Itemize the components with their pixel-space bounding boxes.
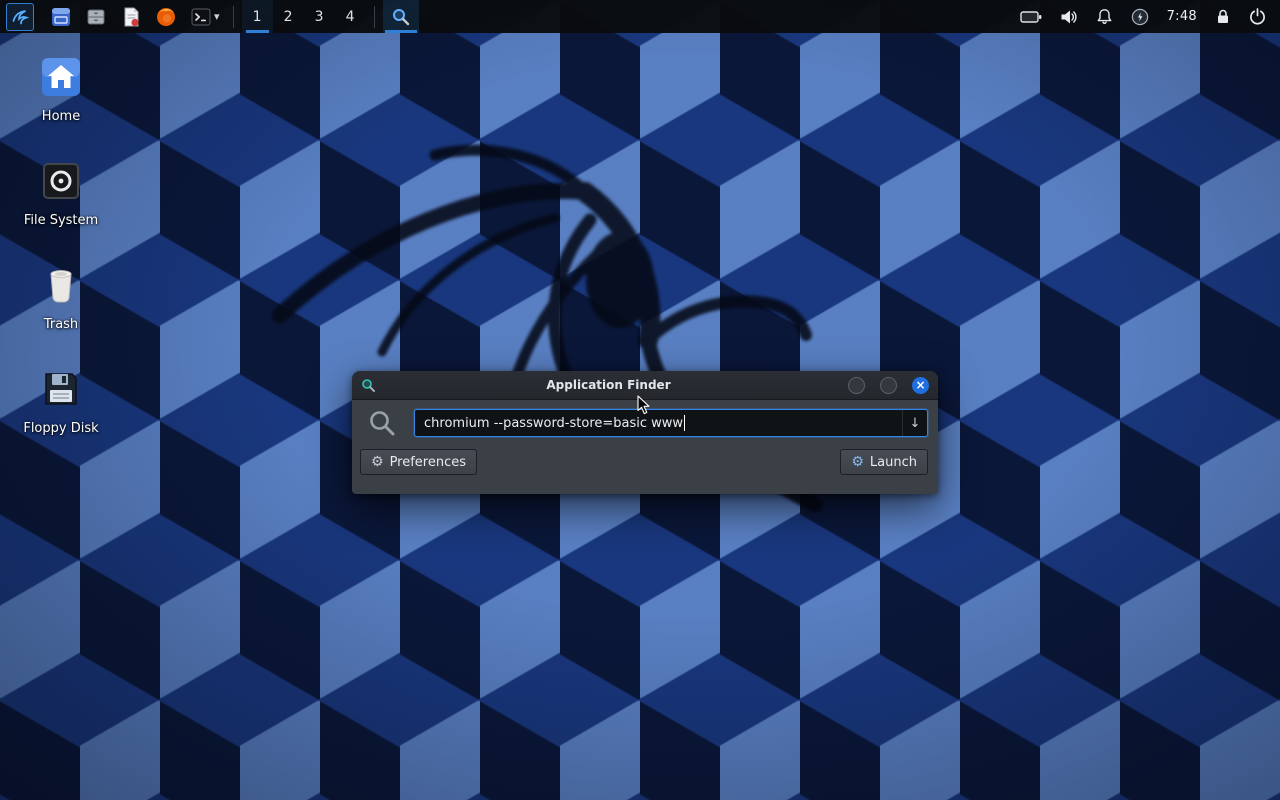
desktop-icon-floppy-disk[interactable]: Floppy Disk: [15, 366, 107, 436]
lock-screen-icon[interactable]: [1215, 8, 1231, 25]
search-icon: [368, 409, 396, 437]
text-caret: [684, 415, 685, 431]
terminal-menu-arrow[interactable]: ▾: [214, 10, 220, 23]
desktop-icon-label: File System: [24, 213, 98, 228]
workspace-2[interactable]: 2: [273, 0, 304, 33]
terminal-launcher[interactable]: [187, 3, 215, 31]
workspace-4[interactable]: 4: [335, 0, 366, 33]
top-panel: ▾ 1 2 3 4 7:48: [0, 0, 1280, 33]
panel-separator: [233, 6, 234, 28]
kali-logo-icon: [10, 7, 30, 27]
command-input[interactable]: chromium --password-store=basic www ↓: [414, 409, 928, 437]
workspace-4-label: 4: [346, 9, 355, 25]
history-dropdown-arrow[interactable]: ↓: [902, 410, 927, 436]
desktop-icon-file-system[interactable]: File System: [15, 158, 107, 228]
file-system-icon: [38, 158, 84, 204]
close-icon: ×: [915, 379, 925, 391]
file-manager-launcher[interactable]: [82, 3, 110, 31]
button-row: ⚙ Preferences ⚙ Launch: [352, 443, 938, 475]
magnifier-icon: [391, 7, 411, 27]
desktop-icon-label: Trash: [44, 317, 78, 332]
taskbar-application-finder[interactable]: [383, 0, 419, 33]
panel-separator: [374, 6, 375, 28]
workspace-2-label: 2: [284, 9, 293, 25]
launch-button-label: Launch: [870, 455, 917, 470]
titlebar[interactable]: Application Finder ×: [352, 371, 938, 400]
gear-icon: ⚙: [371, 455, 384, 469]
battery-icon[interactable]: [1020, 10, 1042, 24]
maximize-button[interactable]: [880, 377, 897, 394]
terminal-icon: [190, 6, 212, 28]
power-manager-icon[interactable]: [1131, 8, 1149, 26]
search-row: chromium --password-store=basic www ↓: [352, 400, 938, 443]
logout-icon[interactable]: [1249, 8, 1266, 25]
applications-menu-button[interactable]: [6, 3, 34, 31]
firefox-launcher[interactable]: [152, 3, 180, 31]
window-icon: [50, 6, 72, 28]
command-input-value: chromium --password-store=basic www: [415, 416, 683, 431]
application-finder-window-icon: [361, 378, 376, 393]
dashboard-launcher[interactable]: [47, 3, 75, 31]
firefox-icon: [155, 6, 177, 28]
desktop-icon-trash[interactable]: Trash: [15, 262, 107, 332]
close-button[interactable]: ×: [912, 377, 929, 394]
launch-icon: ⚙: [851, 455, 864, 469]
workspace-1-label: 1: [253, 9, 262, 25]
preferences-button-label: Preferences: [390, 455, 466, 470]
volume-icon[interactable]: [1060, 9, 1078, 25]
desktop-icon-home[interactable]: Home: [15, 54, 107, 124]
text-editor-icon: [120, 6, 142, 28]
workspace-1[interactable]: 1: [242, 0, 273, 33]
desktop-icon-label: Home: [42, 109, 80, 124]
desktop-icon-label: Floppy Disk: [23, 421, 98, 436]
panel-clock[interactable]: 7:48: [1167, 9, 1197, 24]
bell-icon[interactable]: [1096, 8, 1113, 25]
trash-icon: [38, 262, 84, 308]
application-finder-window: Application Finder × chromium --password…: [352, 371, 938, 494]
workspace-3-label: 3: [315, 9, 324, 25]
panel-tray: 7:48: [1020, 8, 1274, 26]
file-manager-icon: [85, 6, 107, 28]
preferences-button[interactable]: ⚙ Preferences: [360, 449, 477, 475]
window-title: Application Finder: [384, 378, 833, 392]
text-editor-launcher[interactable]: [117, 3, 145, 31]
workspace-3[interactable]: 3: [304, 0, 335, 33]
launch-button[interactable]: ⚙ Launch: [840, 449, 928, 475]
floppy-disk-icon: [38, 366, 84, 412]
minimize-button[interactable]: [848, 377, 865, 394]
home-icon: [38, 54, 84, 100]
